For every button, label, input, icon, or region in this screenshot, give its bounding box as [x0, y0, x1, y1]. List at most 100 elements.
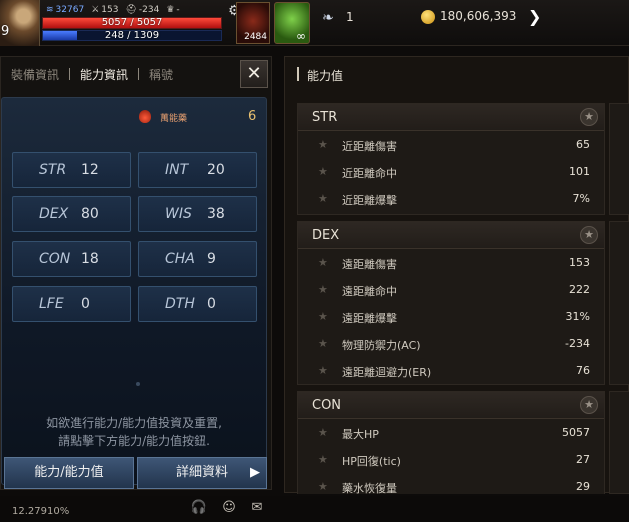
star-icon[interactable]: ★	[318, 192, 328, 205]
section-header: DEX ★	[298, 222, 604, 249]
row-label: 近距離傷害	[342, 140, 397, 153]
ability-info-panel: 裝備資訊 能力資訊 稱號 ✕ 萬能藥 6 STR 12 INT 20 DEX 8…	[0, 56, 272, 490]
instruction-line-1: 如欲進行能力/能力值投資及重置,	[46, 416, 222, 430]
hp-text: 5057 / 5057	[101, 17, 163, 28]
row-label: 近距離爆擊	[342, 194, 397, 207]
panel-title: 能力值	[299, 67, 343, 84]
play-arrow-icon: ▶	[250, 465, 260, 480]
headset-icon[interactable]: 🎧	[190, 499, 208, 517]
hud-stat-2: ⚔ 153	[91, 5, 118, 15]
hud-stat-3-value: -234	[138, 5, 160, 15]
hud-stat-3: ⛑ -234	[125, 5, 159, 15]
star-icon[interactable]: ★	[318, 480, 328, 493]
stat-value: 18	[81, 251, 99, 267]
section-str: STR ★ ★ 近距離傷害 65 ★ 近距離命中 101 ★ 近距離爆擊 7%	[297, 103, 605, 215]
row-value: 27	[576, 453, 590, 466]
trophy-icon: ♛	[166, 5, 175, 15]
elixir-label: 萬能藥	[160, 114, 188, 124]
next-column-stub	[609, 103, 629, 215]
divider-dot	[136, 382, 140, 386]
row-value: 31%	[565, 310, 590, 323]
section-header: CON ★	[298, 392, 604, 419]
helmet-icon: ⛑	[125, 5, 137, 15]
list-item: ★ HP回復(tic) 27	[298, 446, 604, 473]
row-value: 7%	[572, 192, 590, 205]
list-item: ★ 遠距離傷害 153	[298, 249, 604, 276]
favorite-star-icon[interactable]: ★	[580, 396, 598, 414]
details-button-label: 詳細資料	[175, 465, 228, 480]
chat-icon[interactable]: ✉	[248, 499, 266, 517]
list-item: ★ 遠距離迴避力(ER) 76	[298, 357, 604, 384]
tab-ability-info[interactable]: 能力資訊	[70, 66, 138, 83]
star-icon[interactable]: ★	[318, 453, 328, 466]
row-label: 最大HP	[342, 428, 379, 441]
row-label: 遠距離迴避力(ER)	[342, 366, 432, 379]
swords-icon: ⚔	[91, 5, 100, 15]
favorite-star-icon[interactable]: ★	[580, 226, 598, 244]
tab-title[interactable]: 稱號	[139, 66, 183, 83]
elixir-potion-icon	[139, 110, 151, 123]
star-icon[interactable]: ★	[318, 256, 328, 269]
tab-equipment-info[interactable]: 裝備資訊	[1, 66, 69, 83]
stat-name: DTH	[165, 296, 195, 312]
row-value: 153	[569, 256, 590, 269]
chevron-right-icon[interactable]: ❯	[528, 7, 541, 26]
stat-value: 0	[207, 296, 216, 312]
star-icon[interactable]: ★	[318, 364, 328, 377]
row-value: 101	[569, 165, 590, 178]
favorite-star-icon[interactable]: ★	[580, 108, 598, 126]
emoji-icon[interactable]: ☺	[220, 499, 238, 517]
hud-stats: ≋ 32767 ⚔ 153 ⛑ -234 ♛ -	[46, 3, 180, 17]
list-item: ★ 近距離傷害 65	[298, 131, 604, 158]
top-hud: 9 ≋ 32767 ⚔ 153 ⛑ -234 ♛ - 5057 / 5057 248 /…	[0, 0, 629, 46]
potion-slot[interactable]: 2484	[236, 2, 270, 44]
star-icon[interactable]: ★	[318, 337, 328, 350]
experience-percent: 12.27910%	[12, 506, 70, 517]
star-icon[interactable]: ★	[318, 138, 328, 151]
row-label: 遠距離命中	[342, 285, 397, 298]
hud-stat-4: ♛ -	[166, 5, 179, 15]
potion-count: 2484	[244, 32, 267, 42]
list-item: ★ 遠距離命中 222	[298, 276, 604, 303]
details-button[interactable]: 詳細資料 ▶	[137, 457, 267, 489]
row-value: 5057	[562, 426, 590, 439]
list-item: ★ 近距離命中 101	[298, 158, 604, 185]
stat-name: LFE	[39, 296, 64, 312]
stat-card: 萬能藥 6 STR 12 INT 20 DEX 80 WIS 38 CON 18…	[1, 97, 267, 485]
stat-box-dex: DEX 80	[12, 196, 131, 232]
ability-stats-button[interactable]: 能力/能力值	[4, 457, 134, 489]
section-title: DEX	[312, 228, 340, 243]
star-icon[interactable]: ★	[318, 310, 328, 323]
panel-title-text: 能力值	[307, 69, 344, 83]
mp-bar: 248 / 1309	[42, 30, 222, 41]
row-value: 29	[576, 480, 590, 493]
row-label: 遠距離爆擊	[342, 312, 397, 325]
character-portrait[interactable]: 9	[0, 0, 40, 46]
stat-box-int: INT 20	[138, 152, 257, 188]
stat-box-con: CON 18	[12, 241, 131, 277]
star-icon[interactable]: ★	[318, 426, 328, 439]
hp-bar: 5057 / 5057	[42, 17, 222, 29]
bottom-bar: 12.27910% 🎧 ☺ ✉	[0, 496, 629, 522]
stat-value: 80	[81, 206, 99, 222]
leaf-buff-slot[interactable]: ∞	[274, 2, 310, 44]
stat-box-lfe: LFE 0	[12, 286, 131, 322]
row-label: 藥水恢復量	[342, 482, 397, 495]
close-button[interactable]: ✕	[240, 60, 268, 88]
feather-icon: ❧	[322, 10, 334, 26]
stat-value: 12	[81, 162, 99, 178]
stat-box-wis: WIS 38	[138, 196, 257, 232]
stat-value: 9	[207, 251, 216, 267]
gold-coin-icon	[421, 10, 435, 24]
feather-count: 1	[346, 10, 354, 24]
section-dex: DEX ★ ★ 遠距離傷害 153 ★ 遠距離命中 222 ★ 遠距離爆擊 31…	[297, 221, 605, 385]
list-item: ★ 物理防禦力(AC) -234	[298, 330, 604, 357]
star-icon[interactable]: ★	[318, 165, 328, 178]
section-title: STR	[312, 110, 338, 125]
next-column-stub	[609, 391, 629, 494]
star-icon[interactable]: ★	[318, 283, 328, 296]
hud-stat-1: ≋ 32767	[46, 5, 84, 15]
stat-name: WIS	[165, 206, 192, 222]
hud-stat-1-value: 32767	[55, 5, 85, 15]
row-label: 物理防禦力(AC)	[342, 339, 421, 352]
